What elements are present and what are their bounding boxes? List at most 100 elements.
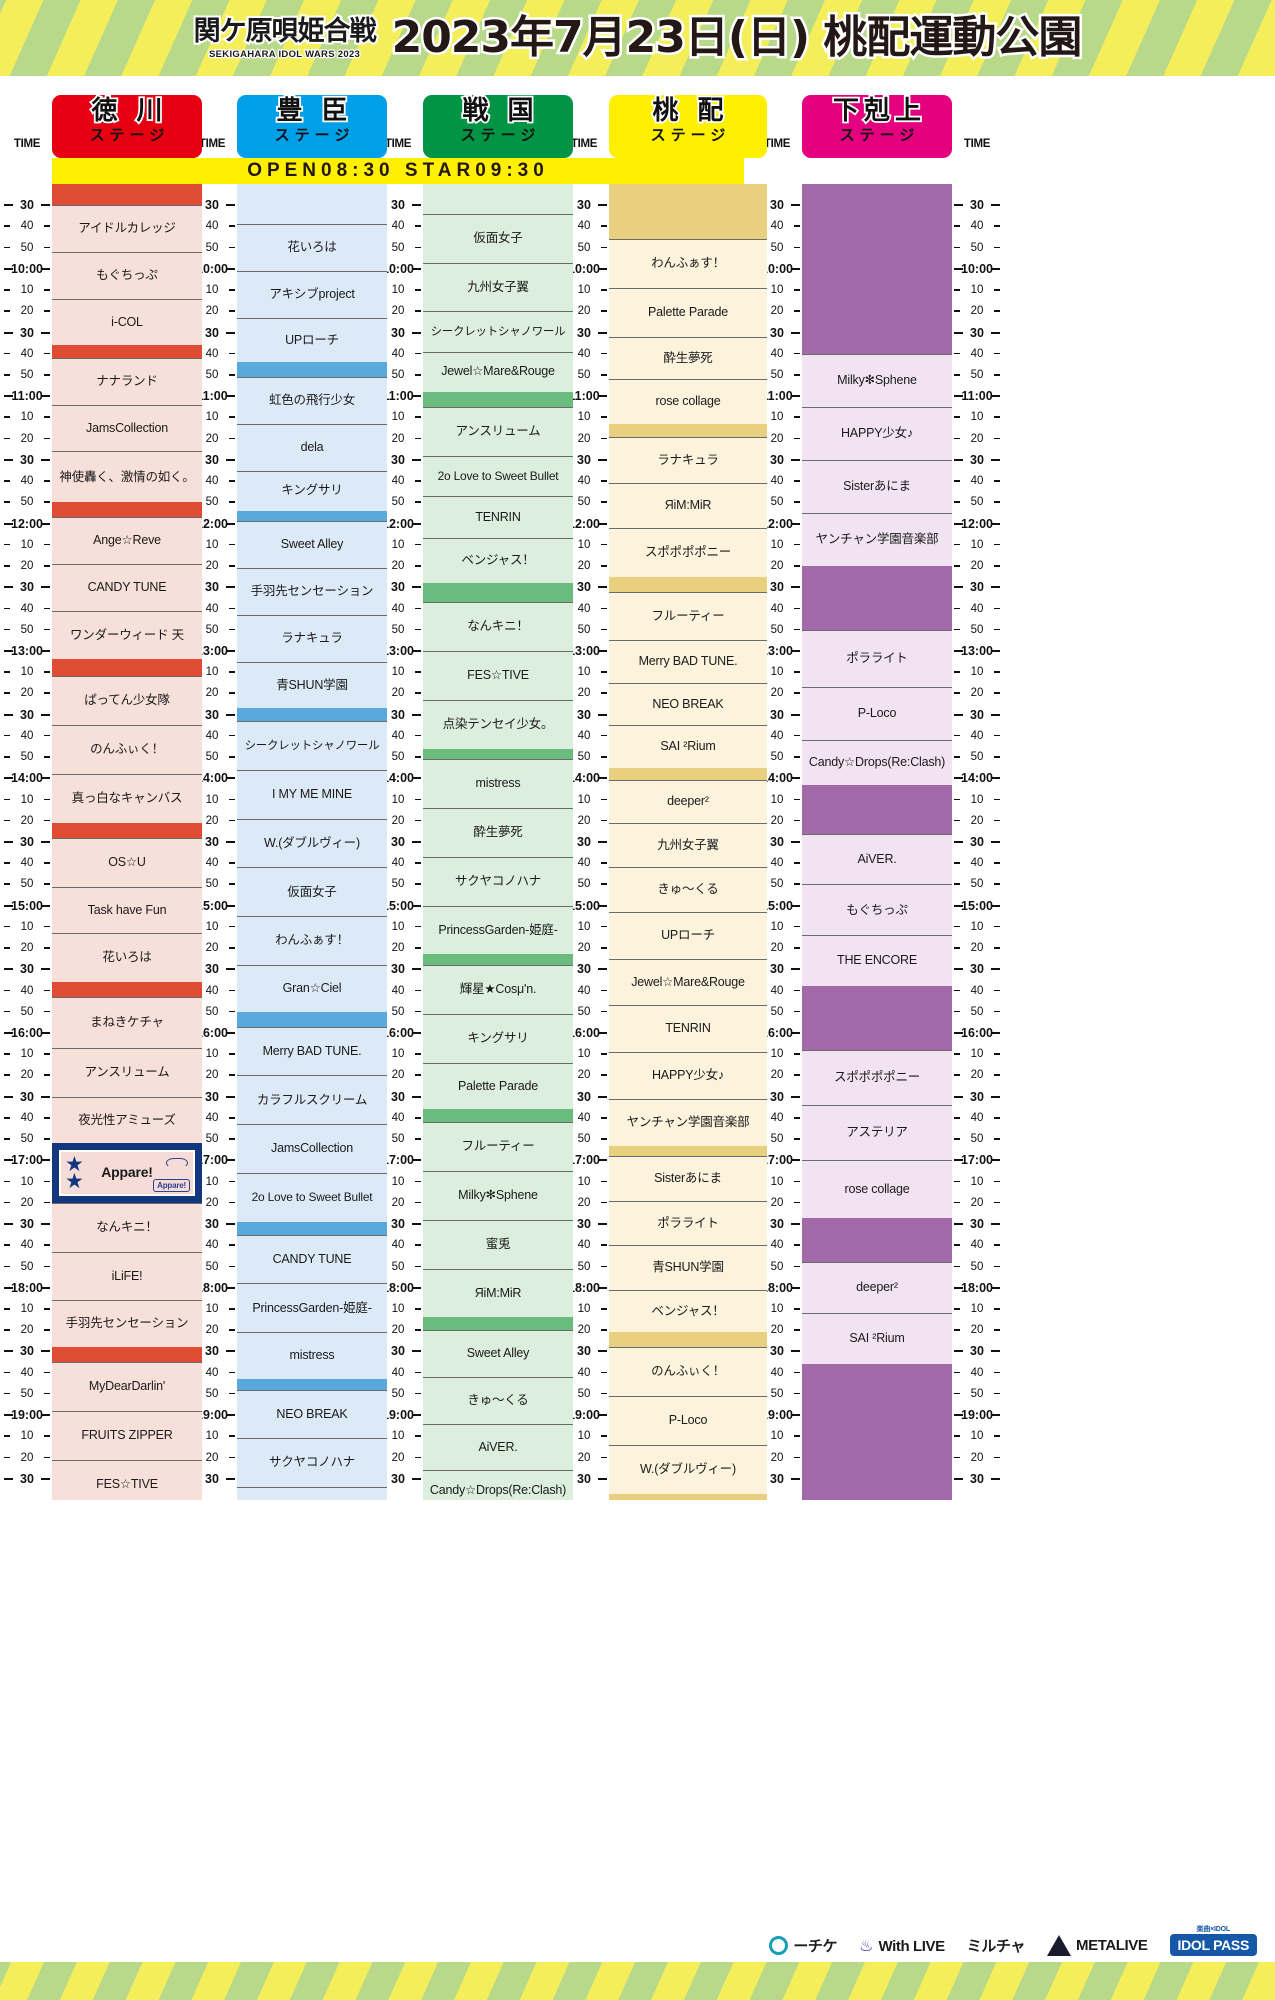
schedule-slot[interactable]: TENRIN bbox=[423, 496, 573, 539]
footer-logo-mirucha[interactable]: ミルチャ bbox=[967, 1935, 1026, 1956]
schedule-slot[interactable]: UPローチ bbox=[237, 317, 387, 363]
schedule-slot[interactable]: ЯiM:MiR bbox=[609, 483, 767, 528]
schedule-slot[interactable]: THE ENCORE bbox=[802, 935, 952, 987]
stage-header-toyotomi[interactable]: 豊 臣ステージ bbox=[237, 95, 387, 158]
schedule-slot[interactable]: アンスリューム bbox=[52, 1047, 202, 1097]
schedule-slot[interactable]: キングサリ bbox=[423, 1013, 573, 1063]
footer-logo-rochike[interactable]: ーチケ bbox=[769, 1935, 838, 1956]
schedule-slot[interactable]: 蜜兎 bbox=[423, 1219, 573, 1269]
schedule-slot[interactable]: 花いろは bbox=[52, 933, 202, 983]
schedule-slot[interactable]: PrincessGarden-姫庭- bbox=[237, 1283, 387, 1333]
schedule-slot[interactable]: なんキニ！ bbox=[52, 1202, 202, 1252]
schedule-slot[interactable]: わんふぁす！ bbox=[609, 239, 767, 288]
schedule-slot[interactable]: 夜光性アミューズ bbox=[52, 1096, 202, 1144]
schedule-slot[interactable]: mistress bbox=[237, 1332, 387, 1379]
schedule-slot[interactable]: 仮面女子 bbox=[423, 213, 573, 263]
schedule-slot[interactable]: 青SHUN学園 bbox=[609, 1245, 767, 1290]
stage-header-tokugawa[interactable]: 徳 川ステージ bbox=[52, 95, 202, 158]
schedule-slot[interactable]: アイドルカレッジ bbox=[52, 205, 202, 252]
schedule-slot[interactable]: 神使轟く、激情の如く。 bbox=[52, 451, 202, 503]
schedule-slot[interactable]: 酔生夢死 bbox=[423, 808, 573, 857]
schedule-slot[interactable]: もぐちっぷ bbox=[802, 884, 952, 936]
schedule-slot[interactable]: ポラライト bbox=[609, 1200, 767, 1246]
schedule-slot[interactable]: mistress bbox=[423, 759, 573, 809]
schedule-slot[interactable]: Sisterあにま bbox=[609, 1156, 767, 1201]
schedule-slot[interactable]: シークレットシャノワール bbox=[423, 311, 573, 352]
schedule-slot[interactable]: 九州女子翼 bbox=[609, 822, 767, 868]
schedule-slot[interactable]: スポポポポニー bbox=[802, 1050, 952, 1106]
schedule-slot[interactable]: キングサリ bbox=[237, 470, 387, 511]
schedule-slot[interactable]: ЯiM:MiR bbox=[423, 1268, 573, 1318]
schedule-slot[interactable]: Ange☆Reve bbox=[52, 517, 202, 564]
schedule-slot[interactable]: なんキニ！ bbox=[423, 602, 573, 651]
schedule-slot[interactable]: NEO BREAK bbox=[609, 682, 767, 726]
schedule-slot[interactable]: i-COL bbox=[52, 298, 202, 346]
schedule-slot[interactable]: ベンジャス！ bbox=[609, 1289, 767, 1333]
schedule-slot[interactable]: ヤンチャン学園音楽部 bbox=[609, 1098, 767, 1146]
schedule-slot[interactable]: W.(ダブルヴィー) bbox=[609, 1444, 767, 1494]
schedule-slot[interactable]: CANDY TUNE bbox=[237, 1234, 387, 1284]
schedule-slot[interactable]: 仮面女子 bbox=[237, 867, 387, 917]
schedule-slot[interactable]: Milky✻Sphene bbox=[423, 1171, 573, 1220]
schedule-slot[interactable]: ぱってん少女隊 bbox=[52, 676, 202, 726]
schedule-slot[interactable]: 虹色の飛行少女 bbox=[237, 377, 387, 424]
schedule-slot[interactable]: TENRIN bbox=[609, 1005, 767, 1053]
schedule-slot[interactable]: アステリア bbox=[802, 1105, 952, 1161]
schedule-slot[interactable]: PrincessGarden-姫庭- bbox=[423, 905, 573, 955]
schedule-slot[interactable]: Gran☆Ciel bbox=[237, 965, 387, 1012]
schedule-slot[interactable]: Jewel☆Mare&Rouge bbox=[609, 958, 767, 1006]
schedule-slot[interactable]: フルーティー bbox=[609, 591, 767, 641]
schedule-slot[interactable]: W.(ダブルヴィー) bbox=[237, 818, 387, 868]
schedule-slot[interactable]: ベンジャス！ bbox=[423, 538, 573, 584]
schedule-slot[interactable]: Jewel☆Mare&Rouge bbox=[423, 351, 573, 392]
schedule-slot[interactable]: FRUITS ZIPPER bbox=[52, 1410, 202, 1460]
schedule-slot[interactable]: HAPPY少女♪ bbox=[802, 406, 952, 460]
stage-header-sengoku[interactable]: 戦 国ステージ bbox=[423, 95, 573, 158]
schedule-slot[interactable]: サクヤコノハナ bbox=[423, 856, 573, 906]
schedule-slot[interactable]: Merry BAD TUNE. bbox=[609, 640, 767, 683]
schedule-slot[interactable]: シークレットシャノワール bbox=[237, 721, 387, 770]
schedule-slot[interactable]: 花いろは bbox=[237, 224, 387, 272]
schedule-slot[interactable]: 九州女子翼 bbox=[423, 262, 573, 312]
schedule-slot[interactable]: rose collage bbox=[802, 1160, 952, 1218]
schedule-slot[interactable]: ポラライト bbox=[802, 629, 952, 688]
schedule-slot[interactable]: Sisterあにま bbox=[802, 459, 952, 513]
schedule-slot[interactable]: わんふぁす！ bbox=[237, 916, 387, 966]
schedule-slot[interactable]: deeper² bbox=[609, 780, 767, 823]
schedule-slot[interactable]: JamsCollection bbox=[237, 1124, 387, 1174]
schedule-slot[interactable]: 輝星★Cosμ'n. bbox=[423, 965, 573, 1014]
schedule-slot[interactable]: Palette Parade bbox=[423, 1062, 573, 1110]
schedule-slot[interactable]: P-Loco bbox=[802, 687, 952, 741]
schedule-slot[interactable]: P-Loco bbox=[609, 1395, 767, 1445]
schedule-slot[interactable]: I MY ME MINE bbox=[237, 769, 387, 819]
stage-header-gekokujo[interactable]: 下剋上 ステージ bbox=[802, 95, 952, 158]
schedule-slot[interactable]: サクヤコノハナ bbox=[237, 1438, 387, 1488]
schedule-slot[interactable]: deeper² bbox=[802, 1262, 952, 1314]
schedule-slot[interactable]: ラナキュラ bbox=[237, 614, 387, 662]
schedule-slot[interactable]: ワンダーウィード 天 bbox=[52, 610, 202, 660]
footer-logo-metalive[interactable]: METALIVE bbox=[1047, 1935, 1148, 1956]
schedule-slot[interactable]: AiVER. bbox=[423, 1423, 573, 1471]
schedule-slot[interactable]: 2o Love to Sweet Bullet bbox=[237, 1173, 387, 1222]
schedule-slot[interactable]: CANDY TUNE bbox=[52, 563, 202, 611]
schedule-slot[interactable]: ヤンチャン学園音楽部 bbox=[802, 513, 952, 567]
schedule-slot[interactable]: JamsCollection bbox=[52, 404, 202, 452]
schedule-slot[interactable]: Sweet Alley bbox=[237, 521, 387, 569]
schedule-slot[interactable]: SAI ²Rium bbox=[802, 1313, 952, 1365]
schedule-slot[interactable]: 酔生夢死 bbox=[609, 336, 767, 380]
schedule-slot[interactable]: Sweet Alley bbox=[423, 1330, 573, 1377]
schedule-slot[interactable]: もぐちっぷ bbox=[52, 251, 202, 299]
schedule-slot[interactable]: カラフルスクリーム bbox=[237, 1075, 387, 1125]
footer-logo-withlive[interactable]: ♨ With LIVE bbox=[859, 1936, 945, 1956]
schedule-slot[interactable]: AiVER. bbox=[802, 833, 952, 885]
schedule-slot[interactable]: Merry BAD TUNE. bbox=[237, 1026, 387, 1076]
schedule-slot[interactable]: HAPPY少女♪ bbox=[609, 1052, 767, 1099]
schedule-slot[interactable]: Milky✻Sphene bbox=[802, 353, 952, 407]
schedule-slot[interactable]: 2o Love to Sweet Bullet bbox=[423, 455, 573, 497]
schedule-slot[interactable]: スポポポポニー bbox=[609, 527, 767, 577]
schedule-slot[interactable]: NEO BREAK bbox=[237, 1389, 387, 1439]
schedule-slot[interactable]: FES☆TIVE bbox=[423, 650, 573, 700]
highlighted-slot[interactable]: ★ ★ Appare! Appare! bbox=[52, 1143, 202, 1203]
schedule-slot[interactable]: dela bbox=[237, 423, 387, 471]
schedule-slot[interactable]: ラナキュラ bbox=[609, 436, 767, 484]
